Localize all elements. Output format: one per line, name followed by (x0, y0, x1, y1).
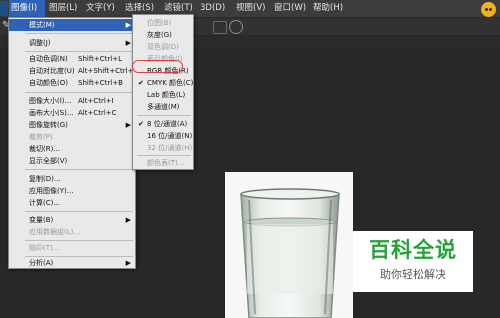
menu-item-auto-tone[interactable]: 自动色调(N) Shift+Ctrl+L (9, 53, 135, 65)
menu-divider (25, 211, 133, 212)
menu-divider (25, 33, 133, 34)
watermark-title: 百科全说 (369, 238, 457, 262)
menu-item-duplicate[interactable]: 复制(D)... (9, 173, 135, 185)
app-logo-icon (0, 1, 8, 16)
menu-item-auto-contrast[interactable]: 自动对比度(U) Alt+Shift+Ctrl+L (9, 65, 137, 77)
menu-window[interactable]: 窗口(W) (272, 0, 308, 17)
image-menu-dropdown: 模式(M) ▶ 调整(J) ▶ 自动色调(N) Shift+Ctrl+L 自动对… (8, 17, 137, 269)
mode-item-bitmap[interactable]: 位图(B) (133, 17, 193, 29)
mode-item-duotone[interactable]: 双色调(D) (133, 41, 193, 53)
mode-item-16-bit[interactable]: 16 位/通道(N) (133, 130, 193, 142)
submenu-arrow-icon: ▶ (125, 21, 131, 29)
highlight-annotation-circle (132, 60, 183, 73)
menu-item-trim[interactable]: 裁切(R)... (9, 143, 135, 155)
menu-divider (25, 169, 133, 170)
menu-item-variables[interactable]: 变量(B) ▶ (9, 214, 135, 226)
mode-submenu: 位图(B) 灰度(G) 双色调(D) 索引颜色(I) RGB 颜色(R) ✔ C… (132, 14, 194, 170)
mode-item-lab-color[interactable]: Lab 颜色(L) (133, 89, 193, 101)
submenu-arrow-icon: ▶ (125, 121, 131, 129)
mode-item-multichannel[interactable]: 多通道(M) (133, 101, 193, 113)
menu-item-image-size[interactable]: 图像大小(I)... Alt+Ctrl+I (9, 95, 135, 107)
mode-item-32-bit[interactable]: 32 位/通道(H) (133, 142, 193, 154)
watermark-subtitle: 助你轻松解决 (380, 268, 446, 281)
mode-item-cmyk-color[interactable]: ✔ CMYK 颜色(C) (133, 77, 193, 89)
menu-divider (25, 92, 133, 93)
submenu-arrow-icon: ▶ (125, 39, 131, 47)
mode-item-8-bit[interactable]: ✔ 8 位/通道(A) (133, 118, 193, 130)
menu-item-calculations[interactable]: 计算(C)... (9, 197, 135, 209)
emoji-face-icon (478, 0, 500, 17)
menu-item-auto-color[interactable]: 自动颜色(O) Shift+Ctrl+B (9, 77, 135, 89)
glass-of-water-image (240, 188, 340, 318)
menu-item-image-rotation[interactable]: 图像旋转(G) ▶ (9, 119, 135, 131)
menu-divider (137, 115, 191, 116)
menu-type[interactable]: 文字(Y) (84, 0, 120, 17)
submenu-arrow-icon: ▶ (125, 216, 131, 224)
menu-item-adjustments[interactable]: 调整(J) ▶ (9, 37, 135, 49)
option-toggle-2[interactable] (213, 21, 227, 34)
menu-item-reveal-all[interactable]: 显示全部(V) (9, 155, 135, 167)
mode-item-grayscale[interactable]: 灰度(G) (133, 29, 193, 41)
airbrush-icon[interactable] (229, 20, 243, 34)
submenu-arrow-icon: ▶ (125, 259, 131, 267)
menu-item-apply-image[interactable]: 应用图像(Y)... (9, 185, 135, 197)
menu-divider (137, 155, 191, 156)
menu-image[interactable]: 图像(I) (9, 0, 45, 17)
canvas-photo-glass-of-water (225, 172, 353, 318)
menu-layer[interactable]: 图层(L) (47, 0, 81, 17)
menu-item-apply-data-set[interactable]: 应用数据组(L)... (9, 226, 135, 238)
menu-bar: 图像(I) 图层(L) 文字(Y) 选择(S) 滤镜(T) 3D(D) 视图(V… (0, 0, 500, 18)
menu-divider (25, 51, 133, 52)
watermark-badge: 百科全说 助你轻松解决 (353, 231, 473, 292)
checkmark-icon: ✔ (138, 120, 144, 128)
menu-item-analysis[interactable]: 分析(A) ▶ (9, 257, 135, 269)
mode-item-color-table[interactable]: 颜色表(T)... (133, 157, 193, 169)
menu-divider (25, 240, 133, 241)
menu-view[interactable]: 视图(V) (234, 0, 270, 17)
checkmark-icon: ✔ (138, 79, 144, 87)
menu-3d[interactable]: 3D(D) (198, 0, 232, 17)
menu-help[interactable]: 帮助(H) (311, 0, 347, 17)
menu-item-mode[interactable]: 模式(M) ▶ (9, 19, 135, 31)
menu-item-canvas-size[interactable]: 画布大小(S)... Alt+Ctrl+C (9, 107, 135, 119)
menu-item-crop[interactable]: 裁剪(P) (9, 131, 135, 143)
menu-item-trap[interactable]: 陷印(T)... (9, 242, 135, 254)
